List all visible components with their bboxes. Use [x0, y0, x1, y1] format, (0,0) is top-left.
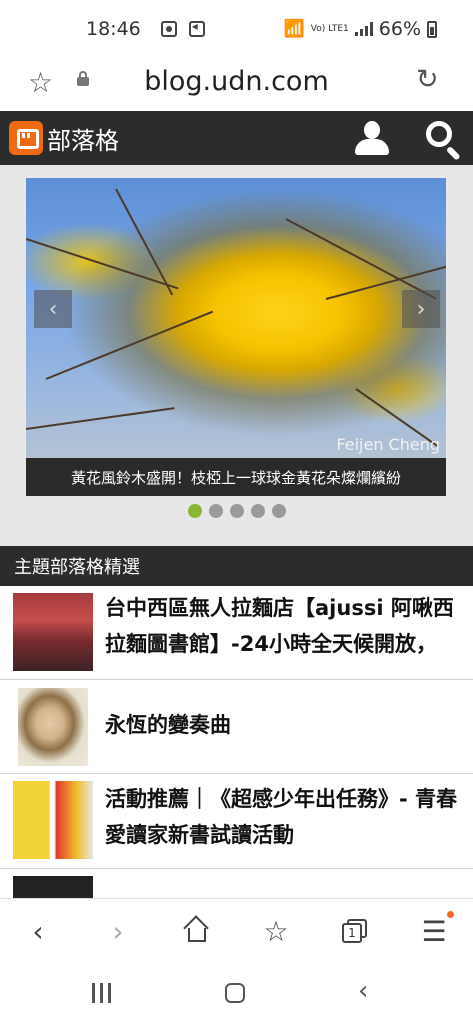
list-item[interactable] [0, 869, 473, 898]
search-icon[interactable] [424, 119, 464, 161]
article-thumbnail[interactable] [13, 781, 93, 859]
featured-carousel: Feijen Cheng ‹ › 黃花風鈴木盛開！枝椏上一球球金黃花朵燦爛繽紛 [0, 165, 473, 546]
article-list: 台中西區無人拉麵店【ajussi 阿啾西拉麵圖書館】-24小時全天候開放， 永恆… [0, 586, 473, 898]
article-thumbnail[interactable] [13, 593, 93, 671]
article-title[interactable]: 台中西區無人拉麵店【ajussi 阿啾西拉麵圖書館】-24小時全天候開放， [105, 590, 461, 679]
article-title[interactable]: 活動推薦｜《超感少年出任務》- 青春愛讀家新書試讀活動 [105, 781, 461, 853]
carousel-dot[interactable] [271, 504, 286, 518]
cast-icon [188, 19, 205, 37]
network-indicator: Vo) LTE1 [310, 23, 349, 34]
photo-watermark: Feijen Cheng [336, 435, 440, 454]
carousel-dot[interactable] [187, 504, 202, 518]
system-nav-bar: ‹ [0, 962, 473, 1024]
carousel-caption[interactable]: 黃花風鈴木盛開！枝椏上一球球金黃花朵燦爛繽紛 [26, 458, 446, 496]
forward-icon[interactable]: › [98, 911, 138, 951]
back-icon[interactable]: ‹ [18, 911, 58, 951]
browser-bottom-nav: ‹ › ☆ 1 ☰ [0, 898, 473, 962]
home-icon[interactable] [177, 911, 217, 951]
reload-icon[interactable]: ↻ [416, 64, 439, 95]
system-back-icon[interactable]: ‹ [358, 976, 368, 1006]
browser-url-bar: ☆ blog.udn.com ↻ [0, 58, 473, 111]
carousel-dots [0, 504, 473, 518]
url-field[interactable]: blog.udn.com [0, 66, 473, 97]
carousel-dot[interactable] [208, 504, 223, 518]
site-header: 部落格 [0, 111, 473, 165]
home-button-icon[interactable] [225, 983, 245, 1003]
carousel-dot[interactable] [250, 504, 265, 518]
notification-icon [160, 21, 177, 37]
section-title: 主題部落格精選 [0, 546, 473, 586]
battery-percent: 66% [378, 18, 421, 40]
list-item[interactable]: 永恆的變奏曲 [0, 680, 473, 774]
udn-logo-icon[interactable] [9, 121, 43, 155]
wifi-icon: 📶 [283, 19, 305, 39]
signal-icon [354, 22, 373, 36]
tabs-icon[interactable]: 1 [335, 911, 375, 951]
carousel-prev-button[interactable]: ‹ [34, 290, 72, 328]
list-item[interactable]: 活動推薦｜《超感少年出任務》- 青春愛讀家新書試讀活動 [0, 774, 473, 869]
user-icon[interactable] [353, 119, 391, 157]
status-bar: 18:46 📶 Vo) LTE1 66% [0, 0, 473, 58]
carousel-dot[interactable] [229, 504, 244, 518]
site-brand[interactable]: 部落格 [47, 121, 119, 156]
article-thumbnail[interactable] [13, 876, 93, 898]
status-time: 18:46 [86, 18, 141, 40]
carousel-slide-image[interactable]: Feijen Cheng [26, 178, 446, 458]
list-item[interactable]: 台中西區無人拉麵店【ajussi 阿啾西拉麵圖書館】-24小時全天候開放， [0, 586, 473, 680]
bookmarks-icon[interactable]: ☆ [256, 911, 296, 951]
battery-icon [427, 20, 437, 38]
menu-notification-dot [447, 911, 454, 918]
recents-icon[interactable] [92, 983, 111, 1003]
carousel-next-button[interactable]: › [402, 290, 440, 328]
article-title[interactable]: 永恆的變奏曲 [105, 707, 461, 743]
tab-count: 1 [342, 923, 362, 943]
article-thumbnail[interactable] [18, 688, 88, 766]
